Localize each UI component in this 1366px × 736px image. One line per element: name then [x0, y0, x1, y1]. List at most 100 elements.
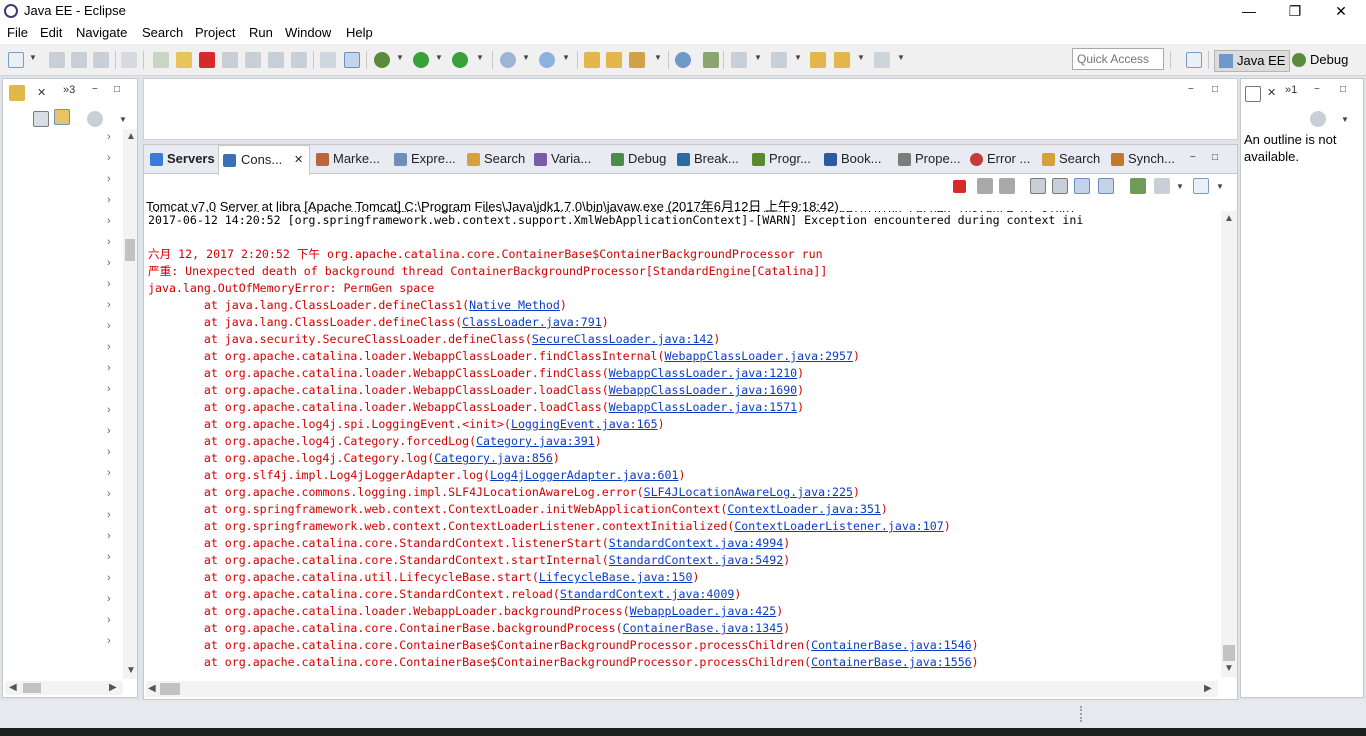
scroll-right-icon[interactable]: ▶ — [1204, 683, 1212, 694]
tab-progress[interactable]: Progr... — [752, 151, 811, 166]
console-output[interactable]: 2017-06-12 14:20:52 [org.springframework… — [148, 211, 1218, 677]
chevron-right-icon[interactable]: › — [107, 173, 111, 185]
open-perspective-icon[interactable] — [1186, 52, 1202, 68]
open-type-icon[interactable] — [584, 52, 600, 68]
disconnect-icon[interactable] — [222, 52, 238, 68]
chevron-right-icon[interactable]: › — [107, 341, 111, 353]
chevron-right-icon[interactable]: › — [107, 362, 111, 374]
perspective-debug[interactable]: Debug — [1288, 50, 1352, 72]
menu-window[interactable]: Window — [285, 25, 331, 40]
open-web-browser-icon[interactable] — [675, 52, 691, 68]
scroll-right-icon[interactable]: ▶ — [109, 682, 117, 693]
chevron-right-icon[interactable]: › — [107, 635, 111, 647]
console-horizontal-scrollbar[interactable]: ◀ ▶ — [146, 681, 1218, 697]
stack-frame-source-link[interactable]: WebappClassLoader.java:2957 — [665, 349, 853, 363]
tab-synchronize[interactable]: Synch... — [1111, 151, 1175, 166]
menu-project[interactable]: Project — [195, 25, 235, 40]
console-vscroll-thumb[interactable] — [1223, 645, 1235, 661]
server-dropdown-icon[interactable]: ▼ — [522, 53, 530, 62]
outline-filter-icon[interactable] — [1310, 111, 1326, 127]
run-dropdown-icon[interactable]: ▼ — [435, 53, 443, 62]
stack-frame-source-link[interactable]: Category.java:856 — [434, 451, 553, 465]
back-dropdown-icon[interactable]: ▼ — [857, 53, 865, 62]
new-java-class-icon[interactable] — [539, 52, 555, 68]
menu-edit[interactable]: Edit — [40, 25, 62, 40]
stack-frame-source-link[interactable]: ContainerBase.java:1345 — [623, 621, 784, 635]
view-menu-icon[interactable]: ▼ — [119, 115, 127, 124]
external-tool-dropdown-icon[interactable]: ▼ — [476, 53, 484, 62]
menu-navigate[interactable]: Navigate — [76, 25, 127, 40]
stack-frame-source-link[interactable]: SecureClassLoader.java:142 — [532, 332, 713, 346]
back-icon[interactable] — [834, 52, 850, 68]
tab-expressions[interactable]: Expre... — [394, 151, 456, 166]
stack-frame-source-link[interactable]: StandardContext.java:5492 — [609, 553, 784, 567]
chevron-right-icon[interactable]: › — [107, 131, 111, 143]
menu-search[interactable]: Search — [142, 25, 183, 40]
tab-search-2[interactable]: Search — [1042, 151, 1100, 166]
quick-access-input[interactable] — [1072, 48, 1164, 70]
hidden-views-badge[interactable]: »3 — [63, 84, 75, 96]
debug-dropdown-icon[interactable]: ▼ — [396, 53, 404, 62]
stack-frame-source-link[interactable]: LoggingEvent.java:165 — [511, 417, 658, 431]
view-maximize-icon[interactable]: □ — [1212, 152, 1218, 163]
scroll-left-icon[interactable]: ◀ — [148, 683, 156, 694]
chevron-right-icon[interactable]: › — [107, 152, 111, 164]
stack-frame-source-link[interactable]: Category.java:391 — [476, 434, 595, 448]
chevron-right-icon[interactable]: › — [107, 572, 111, 584]
next-annotation-icon[interactable] — [731, 52, 747, 68]
chevron-right-icon[interactable]: › — [107, 257, 111, 269]
tab-debug[interactable]: Debug — [611, 151, 666, 166]
minimize-button[interactable]: — — [1226, 0, 1272, 22]
stack-frame-source-link[interactable]: WebappClassLoader.java:1690 — [609, 383, 797, 397]
tab-markers[interactable]: Marke... — [316, 151, 380, 166]
scroll-down-icon[interactable]: ▼ — [1224, 663, 1234, 674]
clear-console-icon[interactable] — [1030, 178, 1046, 194]
console-hscroll-thumb[interactable] — [160, 683, 180, 695]
stack-frame-source-link[interactable]: SLF4JLocationAwareLog.java:225 — [644, 485, 853, 499]
step-return-icon[interactable] — [291, 52, 307, 68]
collapse-all-icon[interactable] — [33, 111, 49, 127]
maximize-view-icon[interactable]: □ — [114, 84, 120, 95]
menu-run[interactable]: Run — [249, 25, 273, 40]
stack-frame-source-link[interactable]: LifecycleBase.java:150 — [539, 570, 693, 584]
debug-run-icon[interactable] — [374, 52, 390, 68]
hidden-views-badge[interactable]: »1 — [1285, 84, 1297, 96]
stack-frame-source-link[interactable]: ContainerBase.java:1546 — [811, 638, 972, 652]
last-edit-location-icon[interactable] — [810, 52, 826, 68]
display-console-dropdown-icon[interactable]: ▼ — [1176, 182, 1184, 191]
stack-frame-source-link[interactable]: ContainerBase.java:1556 — [811, 655, 972, 669]
search-dropdown-icon[interactable]: ▼ — [654, 53, 662, 62]
display-selected-console-icon[interactable] — [1154, 178, 1170, 194]
chevron-right-icon[interactable]: › — [107, 404, 111, 416]
chevron-right-icon[interactable]: › — [107, 320, 111, 332]
scroll-up-icon[interactable]: ▲ — [1224, 213, 1234, 224]
chevron-right-icon[interactable]: › — [107, 299, 111, 311]
terminate-icon[interactable] — [953, 180, 966, 193]
new-icon[interactable] — [8, 52, 24, 68]
step-into-icon[interactable] — [245, 52, 261, 68]
suspend-icon[interactable] — [176, 52, 192, 68]
stack-frame-source-link[interactable]: WebappClassLoader.java:1210 — [609, 366, 797, 380]
editor-minimize-icon[interactable]: − — [1188, 84, 1194, 95]
status-bar-grip[interactable] — [1080, 706, 1083, 722]
tab-bookmarks[interactable]: Book... — [824, 151, 881, 166]
maximize-view-icon[interactable]: □ — [1340, 84, 1346, 95]
chevron-right-icon[interactable]: › — [107, 467, 111, 479]
stack-frame-source-link[interactable]: ContextLoaderListener.java:107 — [734, 519, 943, 533]
next-annotation-dropdown-icon[interactable]: ▼ — [754, 53, 762, 62]
tab-search[interactable]: Search — [467, 151, 525, 166]
left-hscroll-thumb[interactable] — [23, 683, 41, 693]
tab-breakpoints[interactable]: Break... — [677, 151, 739, 166]
chevron-right-icon[interactable]: › — [107, 509, 111, 521]
stack-frame-source-link[interactable]: ClassLoader.java:791 — [462, 315, 602, 329]
scroll-left-icon[interactable]: ◀ — [9, 682, 17, 693]
stack-frame-source-link[interactable]: Log4jLoggerAdapter.java:601 — [490, 468, 678, 482]
drop-to-frame-icon[interactable] — [320, 52, 336, 68]
stack-frame-source-link[interactable]: StandardContext.java:4009 — [560, 587, 735, 601]
chevron-right-icon[interactable]: › — [107, 215, 111, 227]
tab-servers[interactable]: Servers — [150, 151, 215, 166]
left-vertical-scrollbar[interactable]: ▲ ▼ — [123, 129, 137, 679]
tab-properties[interactable]: Prope... — [898, 151, 961, 166]
new-dropdown-icon[interactable]: ▼ — [29, 53, 37, 62]
view-menu-filter-icon[interactable] — [87, 111, 103, 127]
